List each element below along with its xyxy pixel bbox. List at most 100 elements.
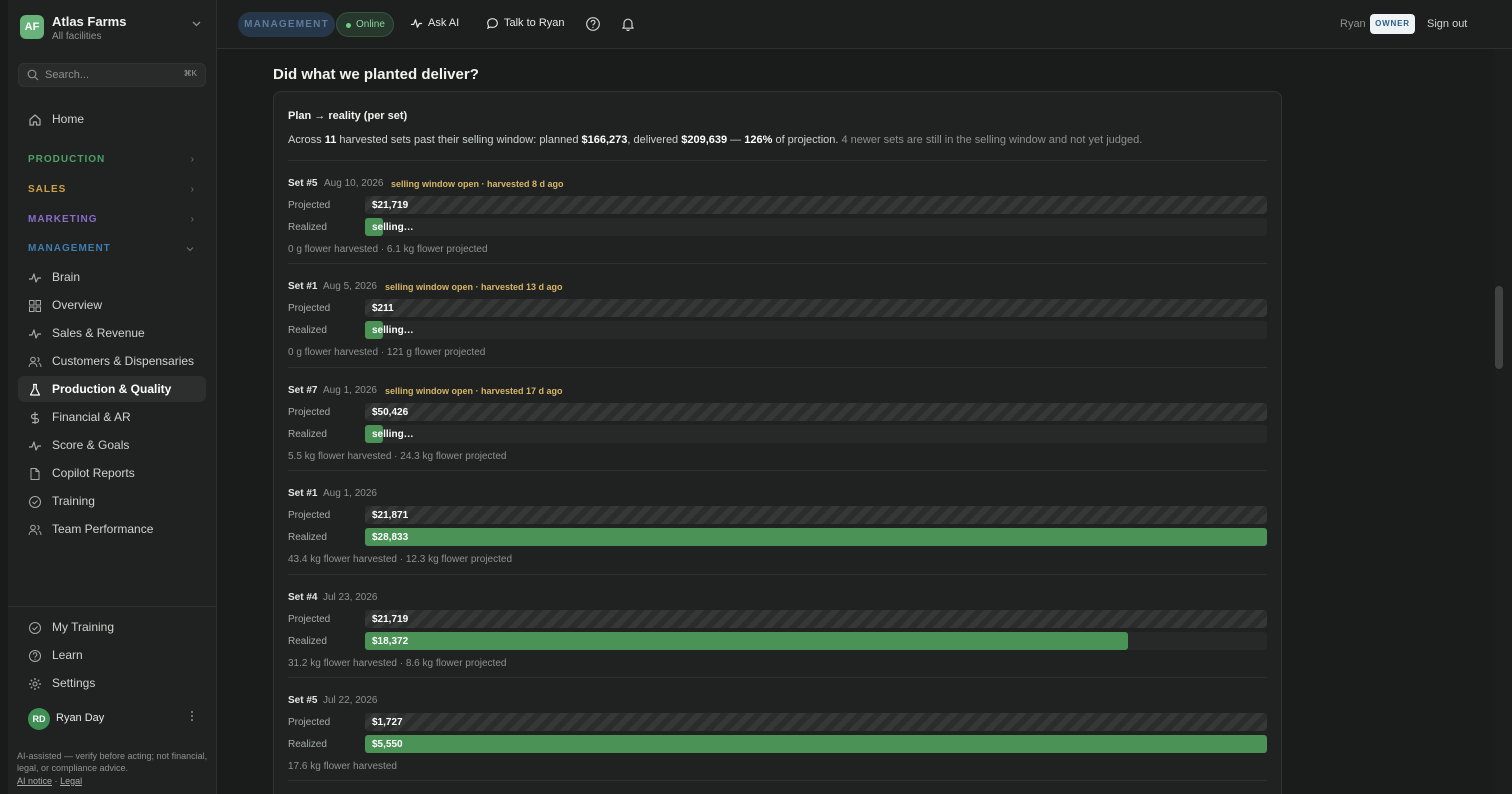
search-shortcut: ⌘K [183, 69, 197, 78]
section-production[interactable]: PRODUCTION › [18, 151, 206, 171]
section-production-label: PRODUCTION [28, 154, 106, 165]
pulse-icon [410, 17, 423, 30]
section-sales[interactable]: SALES › [18, 181, 206, 201]
nav-overview[interactable]: Overview [18, 292, 206, 318]
nav-overview-label: Overview [52, 298, 103, 312]
realized-value: selling… [372, 429, 414, 440]
user-menu[interactable]: RD Ryan Day [18, 706, 206, 732]
nav-home[interactable]: Home [18, 106, 206, 132]
nav-customers-label: Customers & Dispensaries [52, 354, 195, 368]
check-circle-icon [28, 621, 42, 635]
summary-text-part: — [727, 134, 745, 146]
sign-out-button[interactable]: Sign out [1427, 18, 1467, 30]
nav-training-label: Training [52, 494, 95, 508]
summary-delivered: $209,639 [681, 134, 728, 146]
realized-value: selling… [372, 325, 414, 336]
dollar-icon [28, 411, 42, 425]
card-title: Plan → reality (per set) [288, 110, 408, 122]
org-switcher[interactable]: AF Atlas Farms All facilities [20, 14, 205, 43]
nav-customers[interactable]: Customers & Dispensaries [18, 348, 206, 374]
nav-training[interactable]: Training [18, 488, 206, 514]
home-icon [28, 113, 42, 127]
realized-fill [365, 632, 1128, 650]
users-icon [28, 355, 42, 369]
realized-label: Realized [288, 325, 327, 336]
nav-home-label: Home [52, 112, 85, 126]
set-footnote: 0 g flower harvested · 6.1 kg flower pro… [288, 244, 488, 255]
set-name: Set #4 [288, 592, 318, 603]
summary-text-part: , delivered [627, 134, 682, 146]
nav-financial-ar[interactable]: Financial & AR [18, 404, 206, 430]
nav-score-goals-label: Score & Goals [52, 438, 130, 452]
realized-fill [365, 528, 1267, 546]
set-name: Set #1 [288, 281, 318, 292]
nav-score-goals[interactable]: Score & Goals [18, 432, 206, 458]
legal-links: AI notice · Legal [17, 776, 82, 786]
projected-label: Projected [288, 717, 331, 728]
nav-team-performance[interactable]: Team Performance [18, 516, 206, 542]
nav-sales-revenue[interactable]: Sales & Revenue [18, 320, 206, 346]
set-divider [288, 367, 1267, 368]
search-box: ⌘K [18, 63, 206, 87]
projected-value: $21,719 [372, 614, 409, 625]
summary-text: Across 11 harvested sets past their sell… [288, 134, 1142, 146]
gear-icon [28, 677, 42, 691]
nav-production-quality[interactable]: Production & Quality [18, 376, 206, 402]
nav-my-training[interactable]: My Training [18, 614, 206, 640]
summary-percent: 126% [744, 134, 773, 146]
nav-financial-ar-label: Financial & AR [52, 410, 131, 424]
chevron-right-icon: › [190, 154, 194, 165]
nav-copilot-reports-label: Copilot Reports [52, 466, 135, 480]
document-icon [28, 467, 42, 481]
search-icon [27, 69, 39, 81]
set-name: Set #1 [288, 488, 318, 499]
users-icon [28, 523, 42, 537]
ai-disclaimer: AI-assisted — verify before acting; not … [17, 751, 208, 773]
projected-bar: $211 [365, 299, 1267, 317]
set-divider [288, 677, 1267, 678]
nav-brain[interactable]: Brain [18, 264, 206, 290]
nav-production-quality-label: Production & Quality [52, 382, 172, 396]
bell-icon[interactable] [620, 16, 636, 32]
ask-ai-label: Ask AI [428, 17, 460, 29]
nav-learn[interactable]: Learn [18, 642, 206, 668]
help-circle-icon [28, 649, 42, 663]
realized-value: selling… [372, 222, 414, 233]
help-circle-icon[interactable] [585, 16, 601, 32]
projected-label: Projected [288, 614, 331, 625]
set-divider [288, 574, 1267, 575]
org-name: Atlas Farms [52, 14, 127, 29]
scrollbar-thumb[interactable] [1495, 286, 1503, 369]
projected-value: $50,426 [372, 407, 409, 418]
projected-bar: $21,719 [365, 610, 1267, 628]
section-management[interactable]: MANAGEMENT [18, 240, 206, 260]
search-input[interactable] [45, 67, 185, 83]
summary-text-part: harvested sets past their selling window… [336, 134, 582, 146]
chat-bubble-icon [486, 17, 499, 30]
projected-bar: $21,719 [365, 196, 1267, 214]
nav-team-performance-label: Team Performance [52, 522, 154, 536]
nav-copilot-reports[interactable]: Copilot Reports [18, 460, 206, 486]
nav-sales-revenue-label: Sales & Revenue [52, 326, 145, 340]
section-marketing-label: MARKETING [28, 214, 98, 225]
summary-text-part: of projection. [772, 134, 842, 146]
section-marketing[interactable]: MARKETING › [18, 211, 206, 231]
chevron-down-icon [186, 243, 194, 255]
projected-label: Projected [288, 200, 331, 211]
mode-badge: MANAGEMENT [238, 12, 335, 37]
status-badge: Online [336, 12, 394, 37]
realized-label: Realized [288, 636, 327, 647]
legal-link[interactable]: Legal [60, 776, 82, 786]
nav-settings[interactable]: Settings [18, 670, 206, 696]
role-badge: OWNER [1370, 14, 1415, 34]
set-footnote: 17.6 kg flower harvested [288, 761, 397, 772]
status-dot-icon [346, 23, 351, 28]
projected-bar: $21,871 [365, 506, 1267, 524]
pulse-icon [28, 439, 42, 453]
section-title: Did what we planted deliver? [273, 66, 479, 83]
pulse-icon [28, 327, 42, 341]
more-vertical-icon[interactable] [190, 710, 194, 722]
ai-notice-link[interactable]: AI notice [17, 776, 52, 786]
scrollbar-track[interactable] [1495, 49, 1512, 794]
org-logo: AF [20, 15, 44, 39]
